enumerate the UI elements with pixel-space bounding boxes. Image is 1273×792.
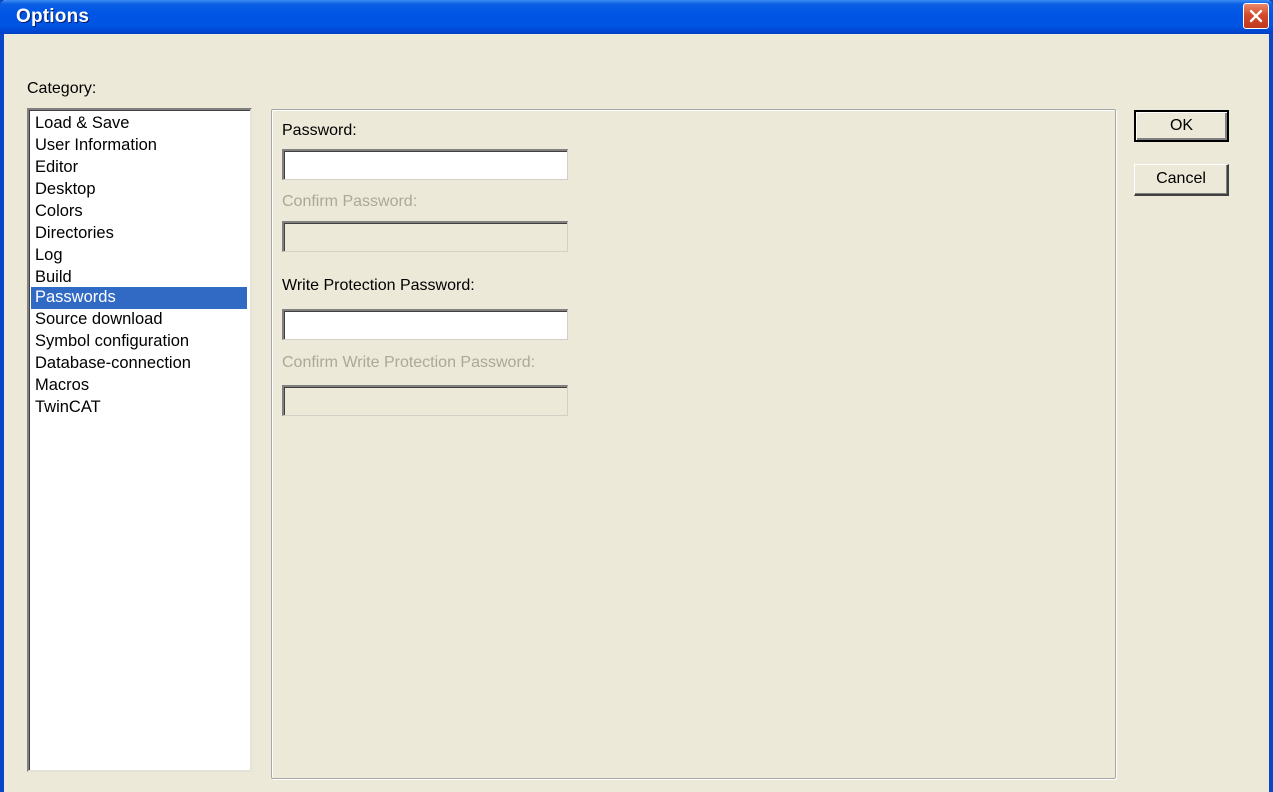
category-item-database-connection[interactable]: Database-connection <box>31 353 247 375</box>
write-protection-password-input[interactable] <box>282 309 568 340</box>
category-item-desktop[interactable]: Desktop <box>31 179 247 201</box>
category-label: Category: <box>27 80 97 97</box>
category-item-user-information[interactable]: User Information <box>31 135 247 157</box>
window-title: Options <box>16 6 90 27</box>
category-item-passwords[interactable]: Passwords <box>31 287 247 309</box>
close-x-icon <box>1249 9 1263 23</box>
category-item-colors[interactable]: Colors <box>31 201 247 223</box>
category-item-macros[interactable]: Macros <box>31 375 247 397</box>
category-item-source-download[interactable]: Source download <box>31 309 247 331</box>
confirm-password-label: Confirm Password: <box>282 193 418 210</box>
category-item-build[interactable]: Build <box>31 267 247 289</box>
category-item-load-save[interactable]: Load & Save <box>31 113 247 135</box>
write-protection-password-label: Write Protection Password: <box>282 277 475 294</box>
confirm-password-input <box>282 221 568 252</box>
confirm-write-protection-password-label: Confirm Write Protection Password: <box>282 354 536 371</box>
cancel-button[interactable]: Cancel <box>1134 164 1229 196</box>
category-item-log[interactable]: Log <box>31 245 247 267</box>
category-item-twincat[interactable]: TwinCAT <box>31 397 247 419</box>
category-item-directories[interactable]: Directories <box>31 223 247 245</box>
title-bar[interactable]: Options <box>0 0 1273 34</box>
category-listbox[interactable]: Load & Save User Information Editor Desk… <box>27 108 252 772</box>
password-label: Password: <box>282 122 357 139</box>
options-dialog: Options Category: Load & Save User Infor… <box>0 0 1273 792</box>
category-item-editor[interactable]: Editor <box>31 157 247 179</box>
close-button[interactable] <box>1243 3 1269 29</box>
category-item-symbol-configuration[interactable]: Symbol configuration <box>31 331 247 353</box>
ok-button[interactable]: OK <box>1134 110 1229 142</box>
confirm-write-protection-password-input <box>282 385 568 416</box>
password-input[interactable] <box>282 149 568 180</box>
